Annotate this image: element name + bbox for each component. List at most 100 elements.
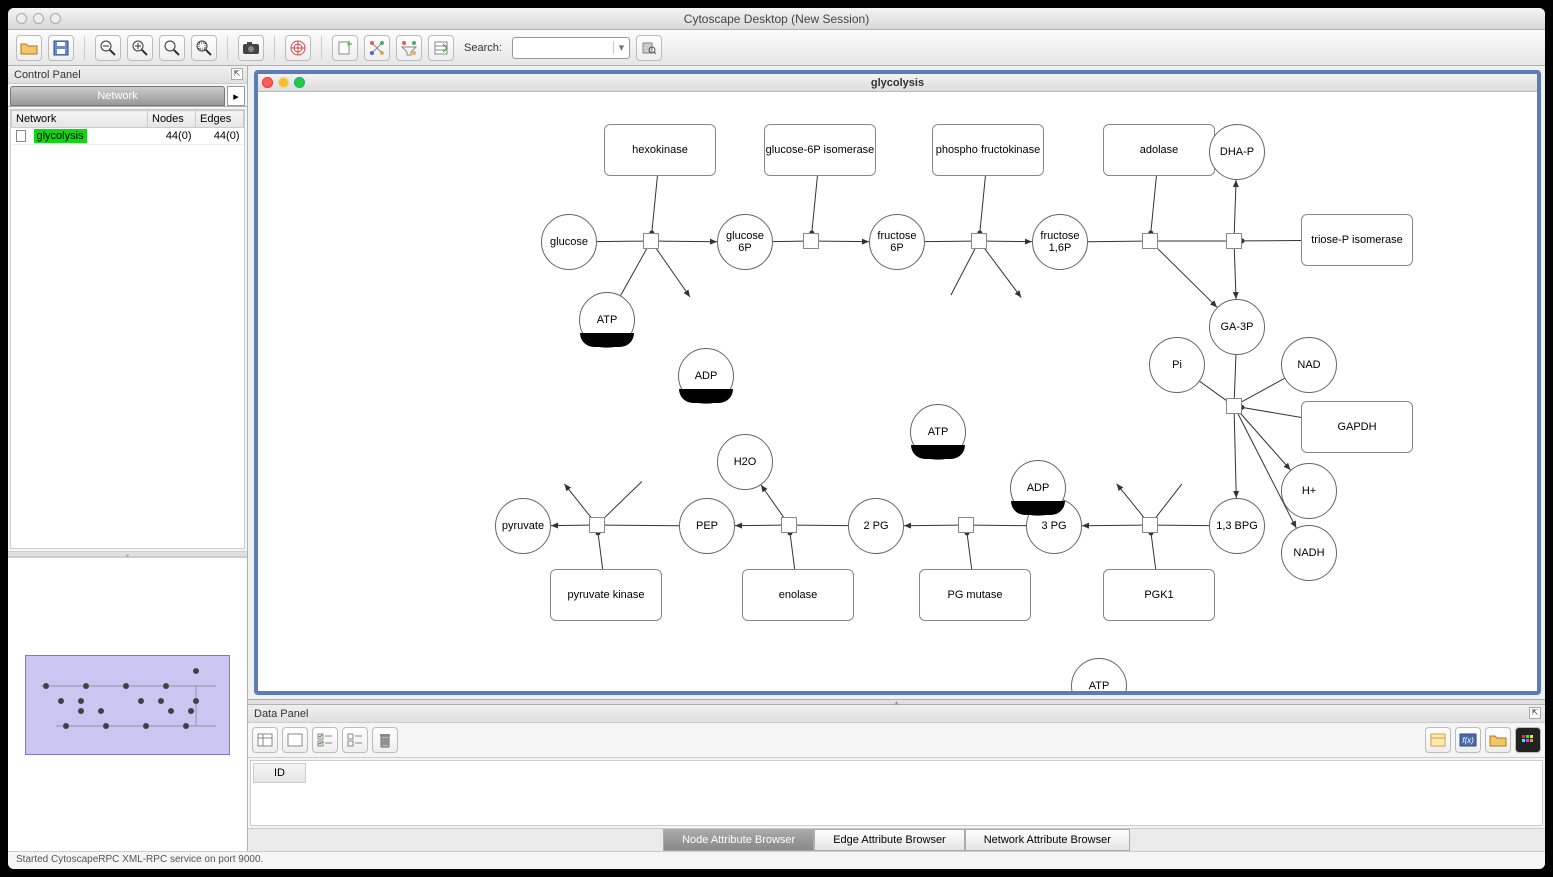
control-panel-title: Control Panel ⇱ <box>8 66 247 84</box>
node-r4[interactable] <box>1142 233 1158 249</box>
control-panel: Control Panel ⇱ Network ▸ Network Nodes … <box>8 66 248 851</box>
search-input[interactable] <box>513 42 613 54</box>
uncheck-list-button[interactable] <box>342 727 368 753</box>
check-list-button[interactable] <box>312 727 338 753</box>
network-row[interactable]: glycolysis 44(0) 44(0) <box>12 128 244 145</box>
node-pfk[interactable]: phospho fructokinase <box>932 124 1044 176</box>
col-nodes[interactable]: Nodes <box>148 111 196 128</box>
tab-edge-attrs[interactable]: Edge Attribute Browser <box>814 829 965 851</box>
data-panel-tabs: Node Attribute Browser Edge Attribute Br… <box>248 828 1545 851</box>
save-button[interactable] <box>48 35 74 61</box>
node-r2[interactable] <box>803 233 819 249</box>
node-glucose[interactable]: glucose <box>541 214 597 270</box>
node-g6p[interactable]: glucose 6P <box>717 214 773 270</box>
node-adp2[interactable]: ADP <box>1010 460 1066 516</box>
data-panel: Data Panel ⇱ f(x) ID <box>248 705 1545 851</box>
tab-network-attrs[interactable]: Network Attribute Browser <box>965 829 1130 851</box>
node-pi[interactable]: Pi <box>1149 337 1205 393</box>
select-all-button[interactable] <box>282 727 308 753</box>
help-button[interactable] <box>285 35 311 61</box>
delete-attr-button[interactable] <box>372 727 398 753</box>
node-enolase[interactable]: enolase <box>742 569 854 621</box>
node-r9[interactable] <box>781 517 797 533</box>
node-f16p[interactable]: fructose 1,6P <box>1032 214 1088 270</box>
data-panel-title-text: Data Panel <box>254 708 308 720</box>
network-view-window[interactable]: glycolysis hexokinase glucose-6P isomeras… <box>254 70 1541 695</box>
search-combo[interactable]: ▾ <box>512 37 630 59</box>
snapshot-button[interactable] <box>238 35 264 61</box>
zoom-view-button[interactable] <box>294 77 305 88</box>
function-button[interactable]: f(x) <box>1455 727 1481 753</box>
node-r7[interactable] <box>1142 517 1158 533</box>
node-adp1[interactable]: ADP <box>678 348 734 404</box>
zoom-in-button[interactable] <box>127 35 153 61</box>
col-edges[interactable]: Edges <box>196 111 244 128</box>
node-pgk1[interactable]: PGK1 <box>1103 569 1215 621</box>
tab-network[interactable]: Network <box>10 86 225 106</box>
node-pep[interactable]: PEP <box>679 498 735 554</box>
node-pyrk[interactable]: pyruvate kinase <box>550 569 662 621</box>
node-f6p[interactable]: fructose 6P <box>869 214 925 270</box>
node-r10[interactable] <box>589 517 605 533</box>
node-atp2[interactable]: ATP <box>910 404 966 460</box>
zoom-out-button[interactable] <box>95 35 121 61</box>
import-button[interactable] <box>1425 727 1451 753</box>
node-r3[interactable] <box>971 233 987 249</box>
node-gapdh[interactable]: GAPDH <box>1301 401 1413 453</box>
node-r5[interactable] <box>1226 233 1242 249</box>
open-folder-button[interactable] <box>1485 727 1511 753</box>
node-dhap[interactable]: DHA-P <box>1209 124 1265 180</box>
tab-node-attrs[interactable]: Node Attribute Browser <box>663 829 814 851</box>
undock-control-panel-button[interactable]: ⇱ <box>231 68 243 80</box>
node-r8[interactable] <box>958 517 974 533</box>
vizmap-button[interactable] <box>428 35 454 61</box>
filter-button[interactable] <box>396 35 422 61</box>
data-table[interactable]: ID <box>250 760 1543 826</box>
open-file-button[interactable] <box>16 35 42 61</box>
node-g6pi[interactable]: glucose-6P isomerase <box>764 124 876 176</box>
app-window: Cytoscape Desktop (New Session) Search: … <box>8 8 1545 869</box>
node-bpg13[interactable]: 1,3 BPG <box>1209 498 1265 554</box>
svg-text:f(x): f(x) <box>1462 736 1474 745</box>
zoom-selected-button[interactable] <box>191 35 217 61</box>
node-pg2[interactable]: 2 PG <box>848 498 904 554</box>
select-attrs-button[interactable] <box>252 727 278 753</box>
search-go-button[interactable] <box>636 35 662 61</box>
new-network-button[interactable] <box>332 35 358 61</box>
node-pyruvate[interactable]: pyruvate <box>495 498 551 554</box>
heatmap-button[interactable] <box>1515 727 1541 753</box>
node-pgm[interactable]: PG mutase <box>919 569 1031 621</box>
network-list[interactable]: Network Nodes Edges glycolysis 44(0) 44(… <box>10 109 245 549</box>
node-h2o[interactable]: H2O <box>717 434 773 490</box>
node-adolase[interactable]: adolase <box>1103 124 1215 176</box>
network-view-titlebar[interactable]: glycolysis <box>258 74 1537 92</box>
close-window[interactable] <box>16 13 27 24</box>
overview-thumbnail[interactable] <box>25 655 230 755</box>
status-bar: Started CytoscapeRPC XML-RPC service on … <box>8 851 1545 869</box>
node-tpi[interactable]: triose-P isomerase <box>1301 214 1413 266</box>
node-r1[interactable] <box>643 233 659 249</box>
node-atp1[interactable]: ATP <box>579 292 635 348</box>
node-nad[interactable]: NAD <box>1281 337 1337 393</box>
zoom-window[interactable] <box>50 13 61 24</box>
node-hexokinase[interactable]: hexokinase <box>604 124 716 176</box>
undock-data-panel-button[interactable]: ⇱ <box>1529 707 1541 719</box>
control-panel-title-text: Control Panel <box>14 69 81 81</box>
node-hplus[interactable]: H+ <box>1281 463 1337 519</box>
data-col-id[interactable]: ID <box>253 763 306 783</box>
node-r6[interactable] <box>1226 398 1242 414</box>
network-edges: 44(0) <box>196 128 244 145</box>
zoom-fit-button[interactable] <box>159 35 185 61</box>
close-view-button[interactable] <box>262 77 273 88</box>
network-canvas[interactable]: hexokinase glucose-6P isomerase phospho fr… <box>258 92 1537 691</box>
tab-menu-button[interactable]: ▸ <box>227 86 245 106</box>
node-nadh[interactable]: NADH <box>1281 525 1337 581</box>
search-dropdown-icon[interactable]: ▾ <box>613 41 629 54</box>
apply-layout-button[interactable] <box>364 35 390 61</box>
overview-panel[interactable] <box>8 557 247 851</box>
col-network[interactable]: Network <box>12 111 148 128</box>
minimize-window[interactable] <box>33 13 44 24</box>
node-ga3p[interactable]: GA-3P <box>1209 299 1265 355</box>
minimize-view-button[interactable] <box>278 77 289 88</box>
data-panel-toolbar: f(x) <box>248 723 1545 758</box>
